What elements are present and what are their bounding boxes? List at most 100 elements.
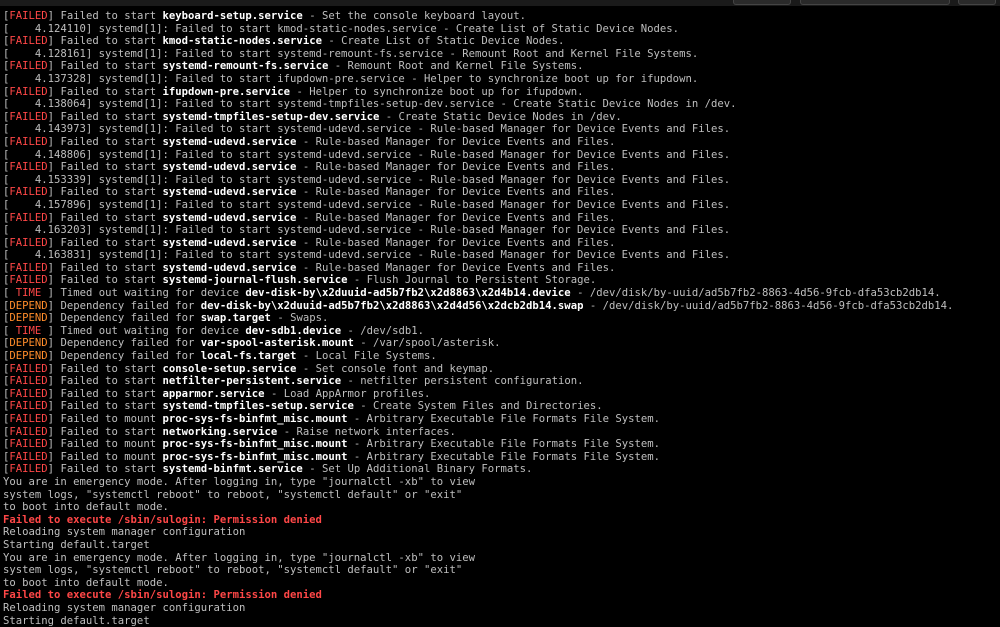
terminal-line: [FAILED] Failed to start systemd-udevd.s… <box>3 135 616 148</box>
unit-description: - Load AppArmor profiles. <box>264 387 431 400</box>
error-message: Failed to execute /sbin/sulogin: Permiss… <box>3 513 322 526</box>
status-message: Failed to start <box>54 186 163 199</box>
terminal-line: Reloading system manager configuration <box>3 602 997 615</box>
status-tag: TIME <box>9 287 48 300</box>
status-message: Failed to start <box>54 135 163 148</box>
terminal-line: Failed to execute /sbin/sulogin: Permiss… <box>3 514 997 527</box>
status-message: Failed to start <box>54 274 163 287</box>
unit-name: systemd-udevd.service <box>162 186 297 199</box>
top-toolbar-button[interactable] <box>733 0 791 5</box>
terminal-line: [FAILED] Failed to start systemd-tmpfile… <box>3 110 622 123</box>
unit-description: - Raise network interfaces. <box>277 425 456 438</box>
terminal-line: [FAILED] Failed to start systemd-tmpfile… <box>3 400 603 413</box>
terminal-line: [ 4.128161] systemd[1]: Failed to start … <box>3 48 997 61</box>
status-tag: FAILED <box>9 110 48 123</box>
terminal-line: [DEPEND] Dependency failed for local-fs.… <box>3 350 437 363</box>
status-tag: DEPEND <box>9 299 48 312</box>
kernel-log-text: [ 4.163203] systemd[1]: Failed to start … <box>3 224 731 237</box>
kernel-log-text: [ 4.138064] systemd[1]: Failed to start … <box>3 98 737 111</box>
unit-description: - netfilter persistent configuration. <box>341 375 584 388</box>
kernel-log-text: [ 4.128161] systemd[1]: Failed to start … <box>3 47 699 60</box>
unit-name: systemd-udevd.service <box>162 261 297 274</box>
unit-name: dev-sdb1.device <box>245 324 342 337</box>
unit-description: - Rule-based Manager for Device Events a… <box>296 135 616 148</box>
terminal-line: [FAILED] Failed to mount proc-sys-fs-bin… <box>3 438 660 451</box>
terminal-line: Starting default.target <box>3 615 997 627</box>
terminal-line: You are in emergency mode. After logging… <box>3 552 997 565</box>
unit-name: var-spool-asterisk.mount <box>200 337 354 350</box>
terminal-line: [ 4.153339] systemd[1]: Failed to start … <box>3 174 997 187</box>
status-tag: FAILED <box>9 186 48 199</box>
unit-description: - /dev/disk/by-uuid/ad5b7fb2-8863-4d56-9… <box>570 287 941 300</box>
status-message: Failed to start <box>54 60 163 73</box>
console-text: Reloading system manager configuration <box>3 526 246 539</box>
terminal-line: [ TIME ] Timed out waiting for device de… <box>3 287 941 300</box>
terminal-line: Starting default.target <box>3 539 997 552</box>
unit-description: - Set console font and keymap. <box>296 362 495 375</box>
status-message: Failed to start <box>54 463 163 476</box>
unit-name: systemd-udevd.service <box>162 161 297 174</box>
unit-name: keyboard-setup.service <box>162 10 303 22</box>
unit-name: systemd-udevd.service <box>162 236 297 249</box>
unit-name: proc-sys-fs-binfmt_misc.mount <box>162 438 348 451</box>
unit-description: - Local File Systems. <box>296 350 437 363</box>
status-message: Failed to start <box>54 362 163 375</box>
unit-description: - Arbitrary Executable File Formats File… <box>347 438 660 451</box>
terminal-line: [FAILED] Failed to mount proc-sys-fs-bin… <box>3 450 660 463</box>
terminal-line: [FAILED] Failed to start systemd-remount… <box>3 60 584 73</box>
terminal-line: [FAILED] Failed to start systemd-journal… <box>3 274 597 287</box>
status-tag: DEPEND <box>9 337 48 350</box>
kernel-log-text: [ 4.163831] systemd[1]: Failed to start … <box>3 249 731 262</box>
status-message: Failed to start <box>54 425 163 438</box>
unit-description: - Create List of Static Device Nodes. <box>321 35 565 48</box>
console-text: Starting default.target <box>3 538 150 551</box>
unit-name: networking.service <box>162 425 278 438</box>
status-tag: FAILED <box>9 375 48 388</box>
unit-name: systemd-tmpfiles-setup-dev.service <box>162 110 380 123</box>
terminal-line: to boot into default mode. <box>3 577 997 590</box>
unit-description: - Arbitrary Executable File Formats File… <box>347 450 660 463</box>
terminal-line: [FAILED] Failed to start systemd-udevd.s… <box>3 161 616 174</box>
terminal-line: [FAILED] Failed to start kmod-static-nod… <box>3 35 565 48</box>
kernel-log-text: [ 4.124110] systemd[1]: Failed to start … <box>3 22 680 35</box>
unit-description: - Rule-based Manager for Device Events a… <box>296 261 616 274</box>
status-tag: FAILED <box>9 450 48 463</box>
status-tag: DEPEND <box>9 312 48 325</box>
unit-name: swap.target <box>200 312 271 325</box>
terminal-line: [FAILED] Failed to start systemd-udevd.s… <box>3 211 616 224</box>
kernel-log-text: [ 4.153339] systemd[1]: Failed to start … <box>3 173 731 186</box>
kernel-log-text: [ 4.137328] systemd[1]: Failed to start … <box>3 72 699 85</box>
unit-name: systemd-udevd.service <box>162 135 297 148</box>
unit-description: - Helper to synchronize boot up for ifup… <box>290 85 584 98</box>
terminal-output[interactable]: [FAILED] Failed to start keyboard-setup.… <box>3 10 997 627</box>
top-toolbar-field[interactable] <box>800 0 950 5</box>
kernel-log-text: [ 4.157896] systemd[1]: Failed to start … <box>3 198 731 211</box>
unit-name: netfilter-persistent.service <box>162 375 342 388</box>
status-tag: FAILED <box>9 400 48 413</box>
status-message: Failed to mount <box>54 450 163 463</box>
terminal-line: [FAILED] Failed to start systemd-binfmt.… <box>3 463 533 476</box>
status-tag: FAILED <box>9 362 48 375</box>
terminal-line: system logs, "systemctl reboot" to reboo… <box>3 564 997 577</box>
status-message: Failed to mount <box>54 438 163 451</box>
terminal-line: [FAILED] Failed to start systemd-udevd.s… <box>3 186 616 199</box>
terminal-line: system logs, "systemctl reboot" to reboo… <box>3 489 997 502</box>
kernel-log-text: [ 4.148806] systemd[1]: Failed to start … <box>3 148 731 161</box>
status-tag: FAILED <box>9 387 48 400</box>
terminal-line: You are in emergency mode. After logging… <box>3 476 997 489</box>
unit-name: systemd-tmpfiles-setup.service <box>162 400 354 413</box>
status-message: Failed to start <box>54 110 163 123</box>
terminal-line: [ 4.163831] systemd[1]: Failed to start … <box>3 249 997 262</box>
status-tag: FAILED <box>9 463 48 476</box>
kernel-log-text: [ 4.143973] systemd[1]: Failed to start … <box>3 123 731 136</box>
unit-name: systemd-remount-fs.service <box>162 60 329 73</box>
top-toolbar-menu-button[interactable] <box>958 0 996 5</box>
terminal-line: [FAILED] Failed to start ifupdown-pre.se… <box>3 85 584 98</box>
unit-description: - Rule-based Manager for Device Events a… <box>296 236 616 249</box>
terminal-line: [ 4.124110] systemd[1]: Failed to start … <box>3 23 997 36</box>
status-message: Failed to start <box>54 35 163 48</box>
terminal-line: [FAILED] Failed to start systemd-udevd.s… <box>3 261 616 274</box>
terminal-line: [FAILED] Failed to start keyboard-setup.… <box>3 10 527 22</box>
unit-name: local-fs.target <box>200 350 297 363</box>
unit-name: kmod-static-nodes.service <box>162 35 322 48</box>
